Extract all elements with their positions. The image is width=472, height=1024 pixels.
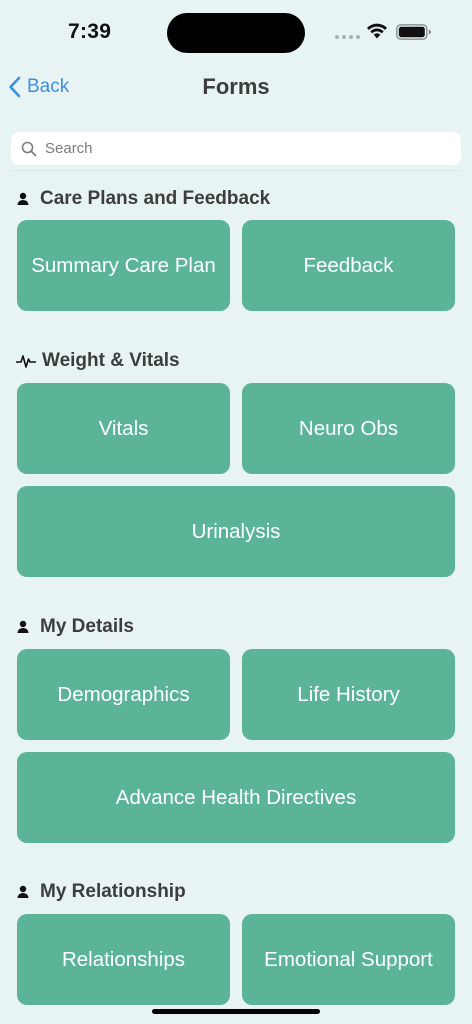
life-history-button[interactable]: Life History — [242, 649, 455, 740]
page-title: Forms — [202, 74, 270, 99]
dynamic-island — [167, 13, 305, 53]
section-header-my-details: My Details — [16, 615, 134, 639]
neuro-obs-button[interactable]: Neuro Obs — [242, 383, 455, 474]
status-bar: 7:39 — [0, 0, 472, 64]
search-icon — [21, 141, 37, 156]
vitals-button[interactable]: Vitals — [17, 383, 230, 474]
battery-icon — [396, 24, 431, 40]
section-header-weight-vitals: Weight & Vitals — [16, 349, 180, 373]
search-input[interactable] — [45, 140, 425, 157]
heartbeat-icon — [16, 353, 38, 369]
relationships-button[interactable]: Relationships — [17, 914, 230, 1005]
person-icon — [16, 620, 36, 634]
navigation-bar: Back Forms — [0, 64, 472, 116]
home-indicator — [152, 1009, 320, 1014]
search-bar[interactable] — [11, 132, 461, 165]
person-icon — [16, 885, 36, 899]
wifi-icon — [367, 23, 387, 39]
section-title: Care Plans and Feedback — [40, 188, 271, 209]
demographics-button[interactable]: Demographics — [17, 649, 230, 740]
section-title: My Details — [40, 616, 134, 637]
emotional-support-button[interactable]: Emotional Support — [242, 914, 455, 1005]
signal-dots-icon — [335, 35, 360, 39]
urinalysis-button[interactable]: Urinalysis — [17, 486, 455, 577]
section-title: Weight & Vitals — [42, 350, 180, 371]
advance-health-directives-button[interactable]: Advance Health Directives — [17, 752, 455, 843]
section-header-care-plans: Care Plans and Feedback — [16, 187, 270, 211]
summary-care-plan-button[interactable]: Summary Care Plan — [17, 220, 230, 311]
divider — [11, 170, 461, 171]
person-icon — [16, 192, 36, 206]
section-title: My Relationship — [40, 881, 186, 902]
section-header-my-relationship: My Relationship — [16, 880, 186, 904]
feedback-button[interactable]: Feedback — [242, 220, 455, 311]
status-time: 7:39 — [68, 20, 112, 43]
